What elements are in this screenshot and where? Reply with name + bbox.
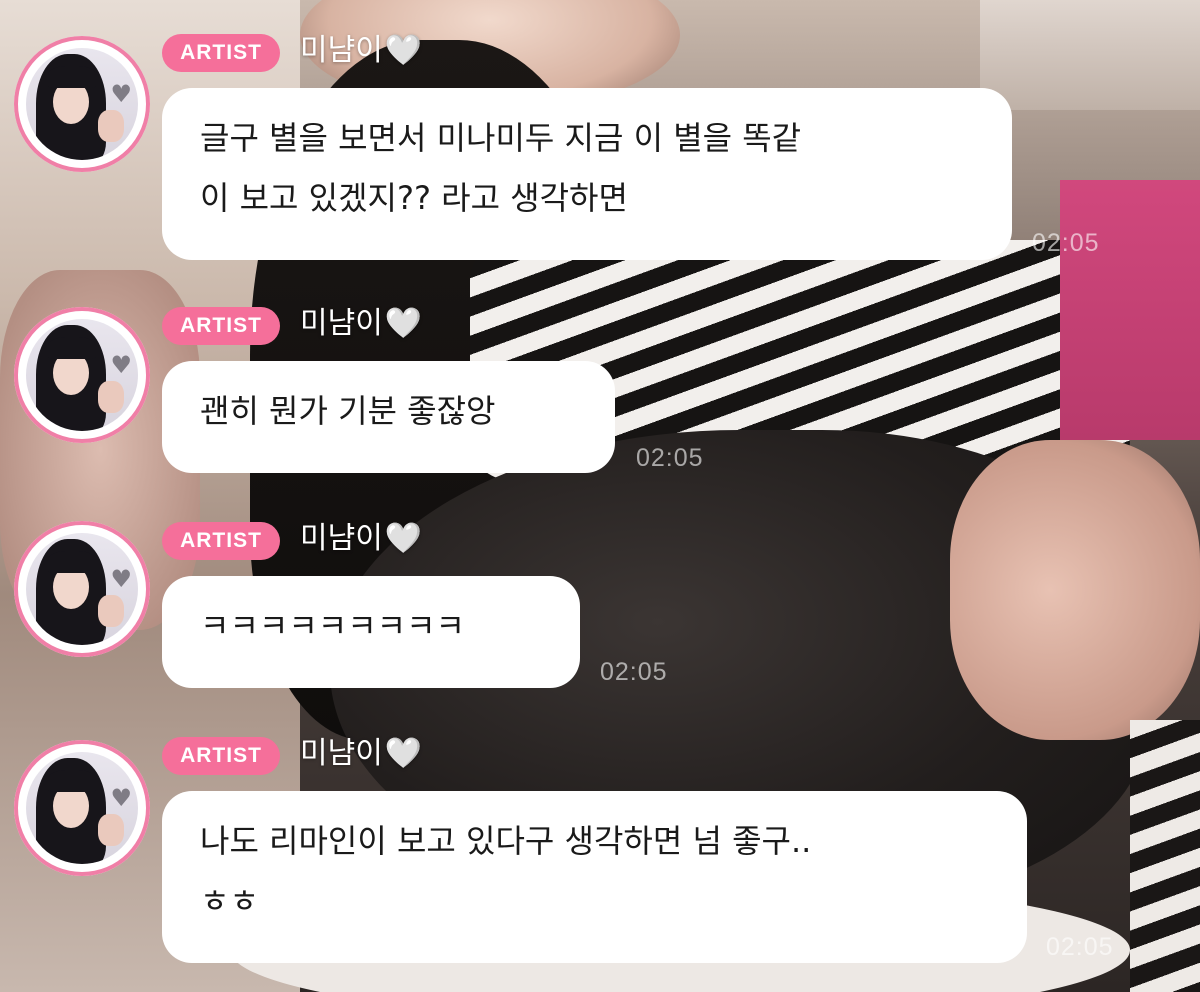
white-heart-icon: 🤍 — [384, 521, 423, 556]
message-line: ㅎㅎ — [200, 882, 259, 920]
message-timestamp: 02:05 — [600, 658, 668, 686]
sender-name-text: 미냠이 — [300, 306, 383, 341]
sender-name-text: 미냠이 — [300, 33, 383, 68]
message-timestamp: 02:05 — [636, 444, 704, 472]
sender-name-text: 미냠이 — [300, 521, 383, 556]
gray-heart-icon: ♥ — [110, 784, 132, 812]
avatar[interactable]: ♥ — [14, 740, 150, 876]
message-line: 나도 리마인이 보고 있다구 생각하면 넘 좋구.. — [200, 822, 812, 860]
avatar[interactable]: ♥ — [14, 521, 150, 657]
gray-heart-icon: ♥ — [110, 351, 132, 379]
sender-name[interactable]: 미냠이🤍 — [300, 735, 422, 773]
message-line: 이 보고 있겠지?? 라고 생각하면 — [200, 179, 628, 217]
artist-badge: ARTIST — [162, 307, 280, 345]
artist-badge: ARTIST — [162, 522, 280, 560]
message-timestamp: 02:05 — [1032, 229, 1100, 257]
sender-name[interactable]: 미냠이🤍 — [300, 32, 422, 70]
message-timestamp: 02:05 — [1046, 933, 1114, 961]
white-heart-icon: 🤍 — [384, 33, 423, 68]
message-bubble[interactable]: ㅋㅋㅋㅋㅋㅋㅋㅋㅋ — [162, 576, 580, 688]
artist-badge: ARTIST — [162, 34, 280, 72]
sender-name-text: 미냠이 — [300, 736, 383, 771]
message-bubble[interactable]: 글구 별을 보면서 미나미두 지금 이 별을 똑같 이 보고 있겠지?? 라고 … — [162, 88, 1012, 260]
message-line: 글구 별을 보면서 미나미두 지금 이 별을 똑같 — [200, 119, 802, 157]
white-heart-icon: 🤍 — [384, 306, 423, 341]
sender-name[interactable]: 미냠이🤍 — [300, 305, 422, 343]
artist-badge: ARTIST — [162, 737, 280, 775]
avatar[interactable]: ♥ — [14, 36, 150, 172]
sender-name[interactable]: 미냠이🤍 — [300, 520, 422, 558]
gray-heart-icon: ♥ — [110, 565, 132, 593]
message-bubble[interactable]: 괜히 뭔가 기분 좋잖앙 — [162, 361, 615, 473]
message-bubble[interactable]: 나도 리마인이 보고 있다구 생각하면 넘 좋구.. ㅎㅎ — [162, 791, 1027, 963]
message-line: 괜히 뭔가 기분 좋잖앙 — [200, 392, 496, 430]
avatar[interactable]: ♥ — [14, 307, 150, 443]
white-heart-icon: 🤍 — [384, 736, 423, 771]
message-line: ㅋㅋㅋㅋㅋㅋㅋㅋㅋ — [200, 607, 465, 645]
gray-heart-icon: ♥ — [110, 80, 132, 108]
